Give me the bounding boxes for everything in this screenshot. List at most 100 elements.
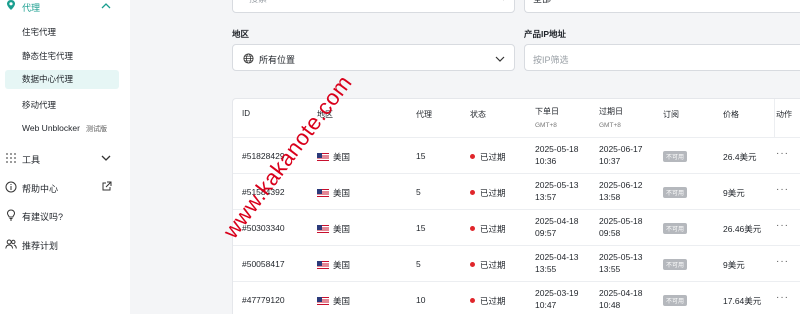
- sidebar-item-label: 工具: [22, 155, 41, 165]
- more-actions-button[interactable]: ···: [776, 292, 789, 303]
- search-input[interactable]: 搜索: [232, 0, 515, 13]
- row-expire-date: 2025-06-17: [599, 144, 643, 154]
- table-row[interactable]: #51584392 美国 5 已过期 2025-05-13 13:57 2025…: [233, 173, 800, 209]
- status-select-value: 全部: [533, 0, 551, 5]
- sidebar-sub-web-unblocker[interactable]: Web Unblocker 测试版: [22, 123, 107, 134]
- row-status: 已过期: [470, 151, 506, 163]
- web-unblocker-label: Web Unblocker: [22, 123, 80, 133]
- row-subscribe: 不可用: [663, 295, 688, 306]
- table-row[interactable]: #51828429 美国 15 已过期 2025-05-18 10:36 202…: [233, 137, 800, 173]
- globe-icon: [243, 53, 254, 64]
- sidebar-item-label: 帮助中心: [22, 184, 59, 194]
- row-price: 17.64美元: [723, 296, 762, 306]
- region-label: 地区: [232, 29, 250, 39]
- row-expire-time: 10:48: [599, 300, 621, 310]
- table-row[interactable]: #47779120 美国 10 已过期 2025-03-19 10:47 202…: [233, 281, 800, 314]
- row-order-date: 2025-04-13: [535, 252, 579, 262]
- row-subscribe: 不可用: [663, 223, 688, 234]
- row-expire-date: 2025-05-18: [599, 216, 643, 226]
- row-expire-date: 2025-05-13: [599, 252, 643, 262]
- status-dot-icon: [470, 262, 475, 267]
- row-order-date: 2025-05-18: [535, 144, 579, 154]
- row-region: 美国: [317, 259, 350, 271]
- row-order-date: 2025-05-13: [535, 180, 579, 190]
- row-expire-time: 13:58: [599, 192, 621, 202]
- row-proxy: 5: [416, 187, 421, 197]
- info-icon: [5, 181, 17, 193]
- unavailable-tag: 不可用: [663, 187, 688, 198]
- sidebar-sub-static-residential[interactable]: 静态住宅代理: [22, 50, 73, 62]
- us-flag-icon: [317, 189, 329, 197]
- ip-label: 产品IP地址: [524, 29, 567, 39]
- status-dot-icon: [470, 298, 475, 303]
- beta-badge: 测试版: [85, 126, 107, 133]
- sidebar-sub-datacenter[interactable]: 数据中心代理: [5, 70, 119, 89]
- main-content: 搜索 全部 地区 所有位置 产品IP地址 按IP筛选 ID 地区 代理 状态 下…: [130, 0, 800, 314]
- sidebar-item-help[interactable]: 帮助中心: [0, 180, 130, 194]
- sidebar-sub-mobile[interactable]: 移动代理: [22, 99, 56, 111]
- status-select[interactable]: 全部: [524, 0, 800, 13]
- row-expire-time: 09:58: [599, 228, 621, 238]
- row-proxy: 5: [416, 259, 421, 269]
- more-actions-button[interactable]: ···: [776, 148, 789, 159]
- row-order-time: 13:57: [535, 192, 557, 202]
- region-select[interactable]: 所有位置: [232, 44, 515, 71]
- location-pin-icon: [7, 0, 15, 10]
- row-price: 26.4美元: [723, 152, 757, 162]
- chevron-down-icon[interactable]: [101, 153, 111, 163]
- sidebar: 代理 住宅代理 静态住宅代理 数据中心代理 移动代理 Web Unblocker…: [0, 0, 130, 314]
- us-flag-icon: [317, 153, 329, 161]
- sidebar-item-tools[interactable]: 工具: [0, 151, 130, 165]
- row-expire-date: 2025-06-12: [599, 180, 643, 190]
- more-actions-button[interactable]: ···: [776, 184, 789, 195]
- row-status: 已过期: [470, 295, 506, 307]
- row-price: 9美元: [723, 188, 745, 198]
- status-dot-icon: [470, 226, 475, 231]
- status-dot-icon: [470, 154, 475, 159]
- more-actions-button[interactable]: ···: [776, 220, 789, 231]
- row-region: 美国: [317, 223, 350, 235]
- row-order-time: 10:47: [535, 300, 557, 310]
- row-proxy: 15: [416, 223, 426, 233]
- users-icon: [5, 239, 17, 249]
- sidebar-item-proxy[interactable]: 代理: [0, 0, 130, 14]
- sidebar-item-label: 推荐计划: [22, 241, 59, 251]
- lightbulb-icon: [6, 209, 16, 221]
- row-order-time: 13:55: [535, 264, 557, 274]
- row-order-time: 09:57: [535, 228, 557, 238]
- us-flag-icon: [317, 225, 329, 233]
- row-expire-time: 10:37: [599, 156, 621, 166]
- row-expire-date: 2025-04-18: [599, 288, 643, 298]
- us-flag-icon: [317, 261, 329, 269]
- table-row[interactable]: #50303340 美国 15 已过期 2025-04-18 09:57 202…: [233, 209, 800, 245]
- row-subscribe: 不可用: [663, 151, 688, 162]
- ip-filter-placeholder: 按IP筛选: [533, 55, 569, 65]
- row-status: 已过期: [470, 259, 506, 271]
- unavailable-tag: 不可用: [663, 295, 688, 306]
- row-proxy: 15: [416, 151, 426, 161]
- ip-filter-input[interactable]: 按IP筛选: [524, 44, 800, 71]
- external-link-icon: [102, 181, 112, 191]
- search-icon[interactable]: [494, 0, 505, 1]
- row-proxy: 10: [416, 295, 426, 305]
- sidebar-item-referral[interactable]: 推荐计划: [0, 237, 130, 251]
- table-row[interactable]: #50058417 美国 5 已过期 2025-04-13 13:55 2025…: [233, 245, 800, 281]
- chevron-up-icon[interactable]: [101, 1, 111, 11]
- unavailable-tag: 不可用: [663, 223, 688, 234]
- sidebar-item-suggest[interactable]: 有建议吗?: [0, 208, 130, 222]
- row-subscribe: 不可用: [663, 259, 688, 270]
- sidebar-sub-residential[interactable]: 住宅代理: [22, 26, 56, 38]
- more-actions-button[interactable]: ···: [776, 256, 789, 267]
- col-header-action: 动作: [774, 99, 800, 137]
- row-expire-time: 13:55: [599, 264, 621, 274]
- sidebar-item-label: 有建议吗?: [22, 212, 64, 222]
- us-flag-icon: [317, 297, 329, 305]
- unavailable-tag: 不可用: [663, 151, 688, 162]
- search-placeholder: 搜索: [249, 0, 267, 5]
- row-order-date: 2025-03-19: [535, 288, 579, 298]
- sidebar-item-label: 代理: [22, 3, 41, 13]
- row-id: #47779120: [242, 295, 285, 305]
- row-subscribe: 不可用: [663, 187, 688, 198]
- row-region: 美国: [317, 295, 350, 307]
- chevron-down-icon[interactable]: [495, 54, 505, 64]
